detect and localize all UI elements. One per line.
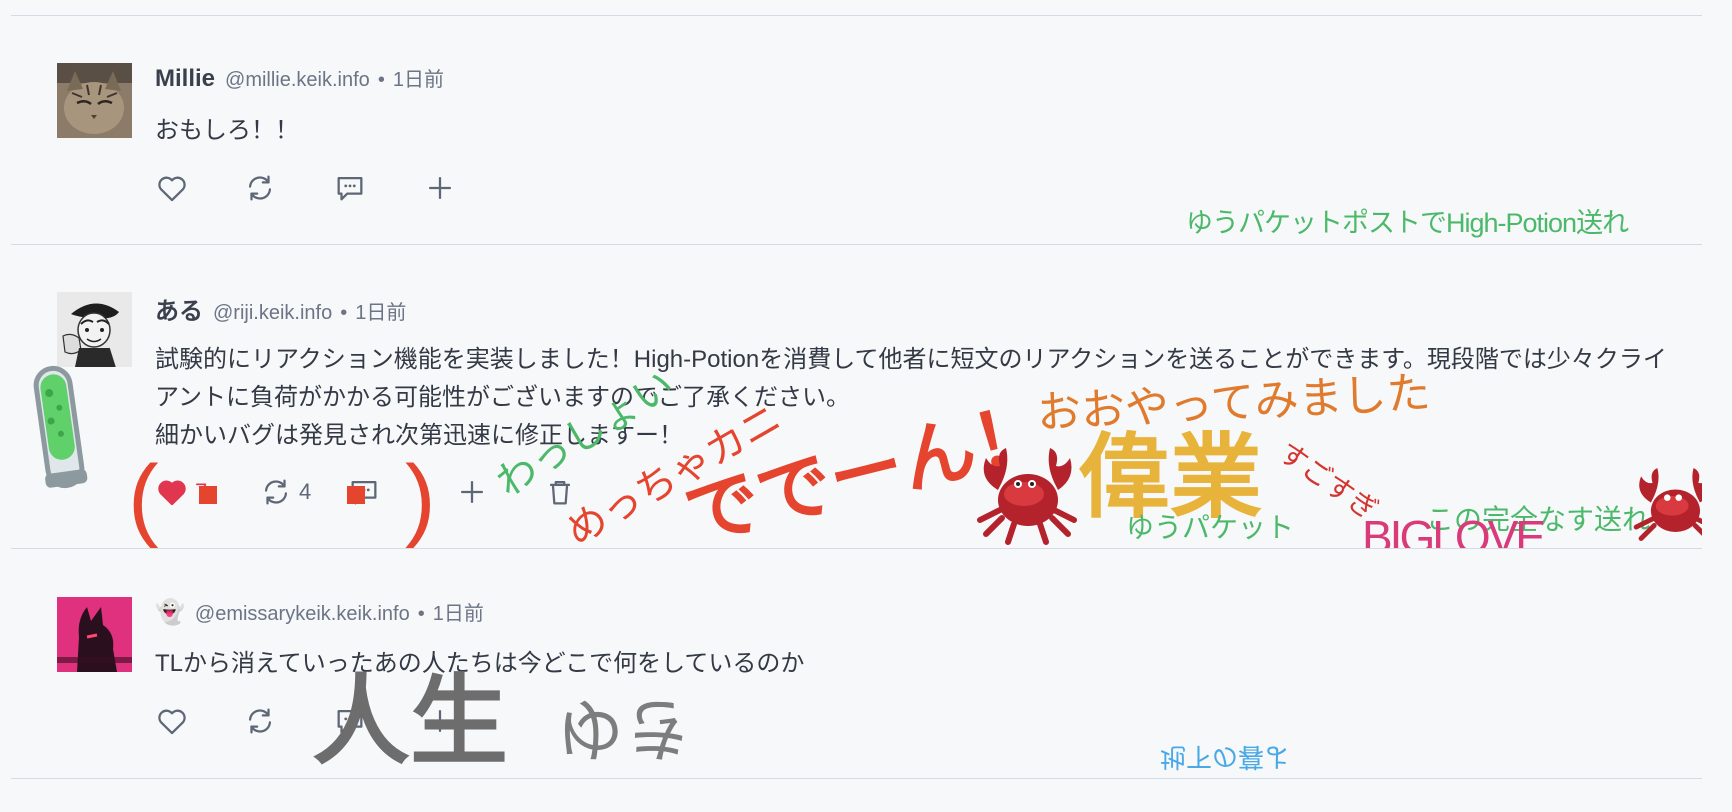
plus-icon xyxy=(428,176,452,200)
like-button[interactable] xyxy=(155,168,189,208)
heart-icon xyxy=(158,480,186,506)
avatar[interactable] xyxy=(57,597,132,672)
separator: • xyxy=(377,69,385,91)
like-button[interactable] xyxy=(155,701,189,741)
heart-icon xyxy=(158,176,186,202)
reply-icon xyxy=(337,176,363,201)
divider-2 xyxy=(11,548,1702,549)
post-header: ある @riji.keik.info • 1日前 xyxy=(155,291,406,326)
post-body: 試験的にリアクション機能を実装しました！High-Potionを消費して他者に短… xyxy=(155,346,1667,449)
react-button[interactable] xyxy=(423,701,457,741)
divider-bottom xyxy=(11,778,1702,779)
reply-icon xyxy=(337,709,363,734)
user-handle[interactable]: @riji.keik.info xyxy=(213,302,332,324)
reaction-biglove: BIGLOVE xyxy=(1362,511,1546,548)
renote-icon xyxy=(264,479,288,505)
potion-icon xyxy=(28,362,90,497)
avatar[interactable] xyxy=(57,292,132,367)
reply-button[interactable] xyxy=(333,701,367,741)
reaction-chika: 地下の暮よ xyxy=(1160,742,1291,772)
post-time[interactable]: 1日前 xyxy=(393,69,444,91)
renote-button[interactable] xyxy=(243,168,277,208)
post-header: Millie @millie.keik.info • 1日前 xyxy=(155,63,444,93)
red-square xyxy=(347,486,365,504)
reply-button[interactable] xyxy=(333,168,367,208)
post-body: TLから消えていったあの人たちは今どこで何をしているのか xyxy=(155,650,805,677)
renote-icon xyxy=(248,175,272,201)
separator: • xyxy=(340,302,348,324)
user-name[interactable]: ある xyxy=(155,298,203,325)
red-square xyxy=(199,486,217,504)
renote-button[interactable] xyxy=(243,701,277,741)
user-name[interactable]: Millie xyxy=(155,65,215,92)
divider-top xyxy=(11,15,1702,16)
separator: • xyxy=(417,603,425,625)
paren-right: ) xyxy=(405,447,436,549)
heart-icon xyxy=(158,709,186,735)
crab-icon xyxy=(970,438,1080,553)
react-button[interactable] xyxy=(455,472,489,512)
avatar[interactable] xyxy=(57,63,132,138)
post-time[interactable]: 1日前 xyxy=(355,302,406,324)
renote-icon xyxy=(248,708,272,734)
post-header: 👻 @emissarykeik.keik.info • 1日前 xyxy=(155,597,484,627)
user-handle[interactable]: @millie.keik.info xyxy=(225,69,370,91)
crab-icon xyxy=(1633,468,1702,541)
user-name[interactable]: 👻 xyxy=(155,599,185,626)
trash-icon xyxy=(550,480,570,505)
divider-1 xyxy=(11,244,1702,245)
plus-icon xyxy=(428,709,452,733)
reaction-aboki: ゆき xyxy=(556,690,693,766)
crab-clip xyxy=(1628,460,1702,548)
plus-icon xyxy=(460,480,484,504)
post-time[interactable]: 1日前 xyxy=(433,603,484,625)
reaction-hidden: この完全なす送れ xyxy=(1426,504,1651,535)
react-button[interactable] xyxy=(423,168,457,208)
post-body: おもしろ！！ xyxy=(155,117,299,144)
reaction-yupacket: ゆうパケット xyxy=(1126,512,1295,543)
renote-button[interactable]: 4 xyxy=(259,472,311,512)
user-handle[interactable]: @emissarykeik.keik.info xyxy=(195,603,410,625)
renote-count: 4 xyxy=(299,479,312,504)
delete-button[interactable] xyxy=(543,472,577,512)
reaction-yupacket-long: ゆうパケットポストでHigh-Potion送れ xyxy=(1186,208,1629,238)
